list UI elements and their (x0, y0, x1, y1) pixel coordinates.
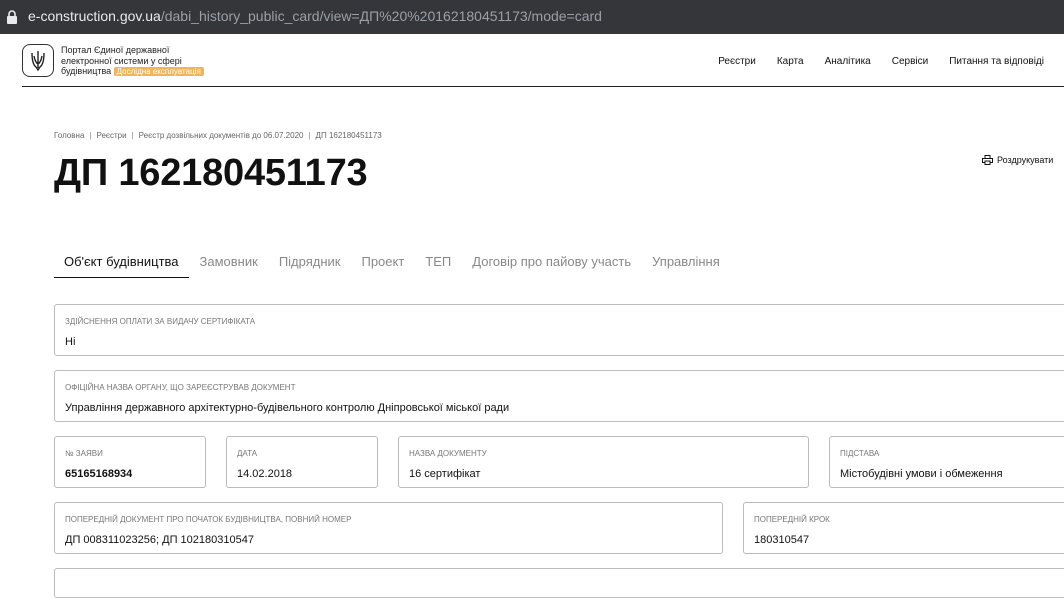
print-button[interactable]: Роздрукувати (982, 155, 1053, 165)
field-basis: Підстава Містобудівні умови і обмеження (829, 436, 1064, 488)
field-date: Дата 14.02.2018 (226, 436, 378, 488)
nav-item-registries[interactable]: Реєстри (718, 56, 756, 67)
url-host: e-construction.gov.ua (28, 8, 161, 24)
breadcrumb: Головна | Реєстри | Реєстр дозвільних докуме… (54, 131, 382, 140)
portal-line-2: електронної системи у сфері (61, 55, 182, 66)
field-document-name: Назва документу 16 сертифікат (398, 436, 809, 488)
tab-contractor[interactable]: Підрядник (269, 254, 351, 278)
status-badge: Дослідна експлуатація (113, 67, 204, 76)
portal-line-3: будівництва (61, 66, 112, 76)
portal-line-1: Портал Єдиної державної (61, 45, 170, 55)
breadcrumb-home[interactable]: Головна (54, 131, 84, 140)
trident-logo-icon[interactable] (22, 44, 54, 77)
tab-project[interactable]: Проект (351, 254, 414, 278)
print-label: Роздрукувати (997, 155, 1054, 165)
breadcrumb-separator: | (308, 131, 311, 140)
field-value: Містобудівні умови і обмеження (840, 468, 1003, 480)
field-previous-document: Попередній документ про початок будівниц… (54, 502, 723, 554)
browser-address-bar[interactable]: e-construction.gov.ua/dabi_history_publi… (0, 0, 1064, 34)
field-label: Попередній документ про початок будівниц… (65, 515, 352, 524)
tab-construction-object[interactable]: Об'єкт будівництва (54, 254, 189, 278)
main-nav: Реєстри Карта Аналітика Сервіси Питання … (718, 56, 1044, 67)
nav-item-faq[interactable]: Питання та відповіді (949, 56, 1044, 67)
field-value: 14.02.2018 (237, 468, 293, 480)
field-value: 180310547 (754, 534, 810, 546)
site-header: Портал Єдиної державної електронної сист… (22, 34, 1064, 87)
field-payment: Здійснення оплати за видачу сертифіката … (54, 304, 1064, 356)
field-label: Підстава (840, 449, 880, 458)
field-label: Здійснення оплати за видачу сертифіката (65, 317, 256, 326)
url-text[interactable]: e-construction.gov.ua/dabi_history_publi… (28, 8, 602, 24)
tab-customer[interactable]: Замовник (190, 254, 268, 278)
tab-tep[interactable]: ТЕП (415, 254, 461, 278)
tab-management[interactable]: Управління (642, 254, 730, 278)
field-previous-step: Попередній крок 180310547 (743, 502, 1064, 554)
field-label: Дата (237, 449, 258, 458)
breadcrumb-registry[interactable]: Реєстр дозвільних документів до 06.07.20… (139, 131, 304, 140)
field-value: 65165168934 (65, 468, 133, 480)
field-application-number: № заяви 65165168934 (54, 436, 206, 488)
nav-item-analytics[interactable]: Аналітика (825, 56, 871, 67)
field-label: Назва документу (409, 449, 487, 458)
field-value: Ні (65, 336, 76, 348)
field-label: Попередній крок (754, 515, 830, 524)
url-path: /dabi_history_public_card/view=ДП%20%201… (160, 8, 602, 24)
breadcrumb-registries[interactable]: Реєстри (96, 131, 126, 140)
breadcrumb-separator: | (89, 131, 92, 140)
field-value: ДП 008311023256; ДП 102180310547 (65, 534, 254, 546)
nav-item-map[interactable]: Карта (777, 56, 804, 67)
portal-name[interactable]: Портал Єдиної державної електронної сист… (61, 45, 221, 78)
breadcrumb-separator: | (131, 131, 134, 140)
tab-equity-agreement[interactable]: Договір про пайову участь (462, 254, 641, 278)
breadcrumb-current: ДП 162180451173 (315, 131, 382, 140)
field-label: № заяви (65, 449, 103, 458)
nav-item-services[interactable]: Сервіси (892, 56, 928, 67)
page-title: ДП 162180451173 (54, 152, 368, 194)
field-authority: Офіційна назва органу, що зареєстрував д… (54, 370, 1064, 422)
lock-icon (7, 10, 17, 24)
tab-bar: Об'єкт будівництва Замовник Підрядник Пр… (54, 254, 731, 278)
field-label: Офіційна назва органу, що зареєстрував д… (65, 383, 296, 392)
field-next-partial (54, 568, 1064, 598)
field-value: 16 сертифікат (409, 468, 481, 480)
field-value: Управління державного архітектурно-будів… (65, 402, 510, 414)
printer-icon (982, 155, 993, 165)
